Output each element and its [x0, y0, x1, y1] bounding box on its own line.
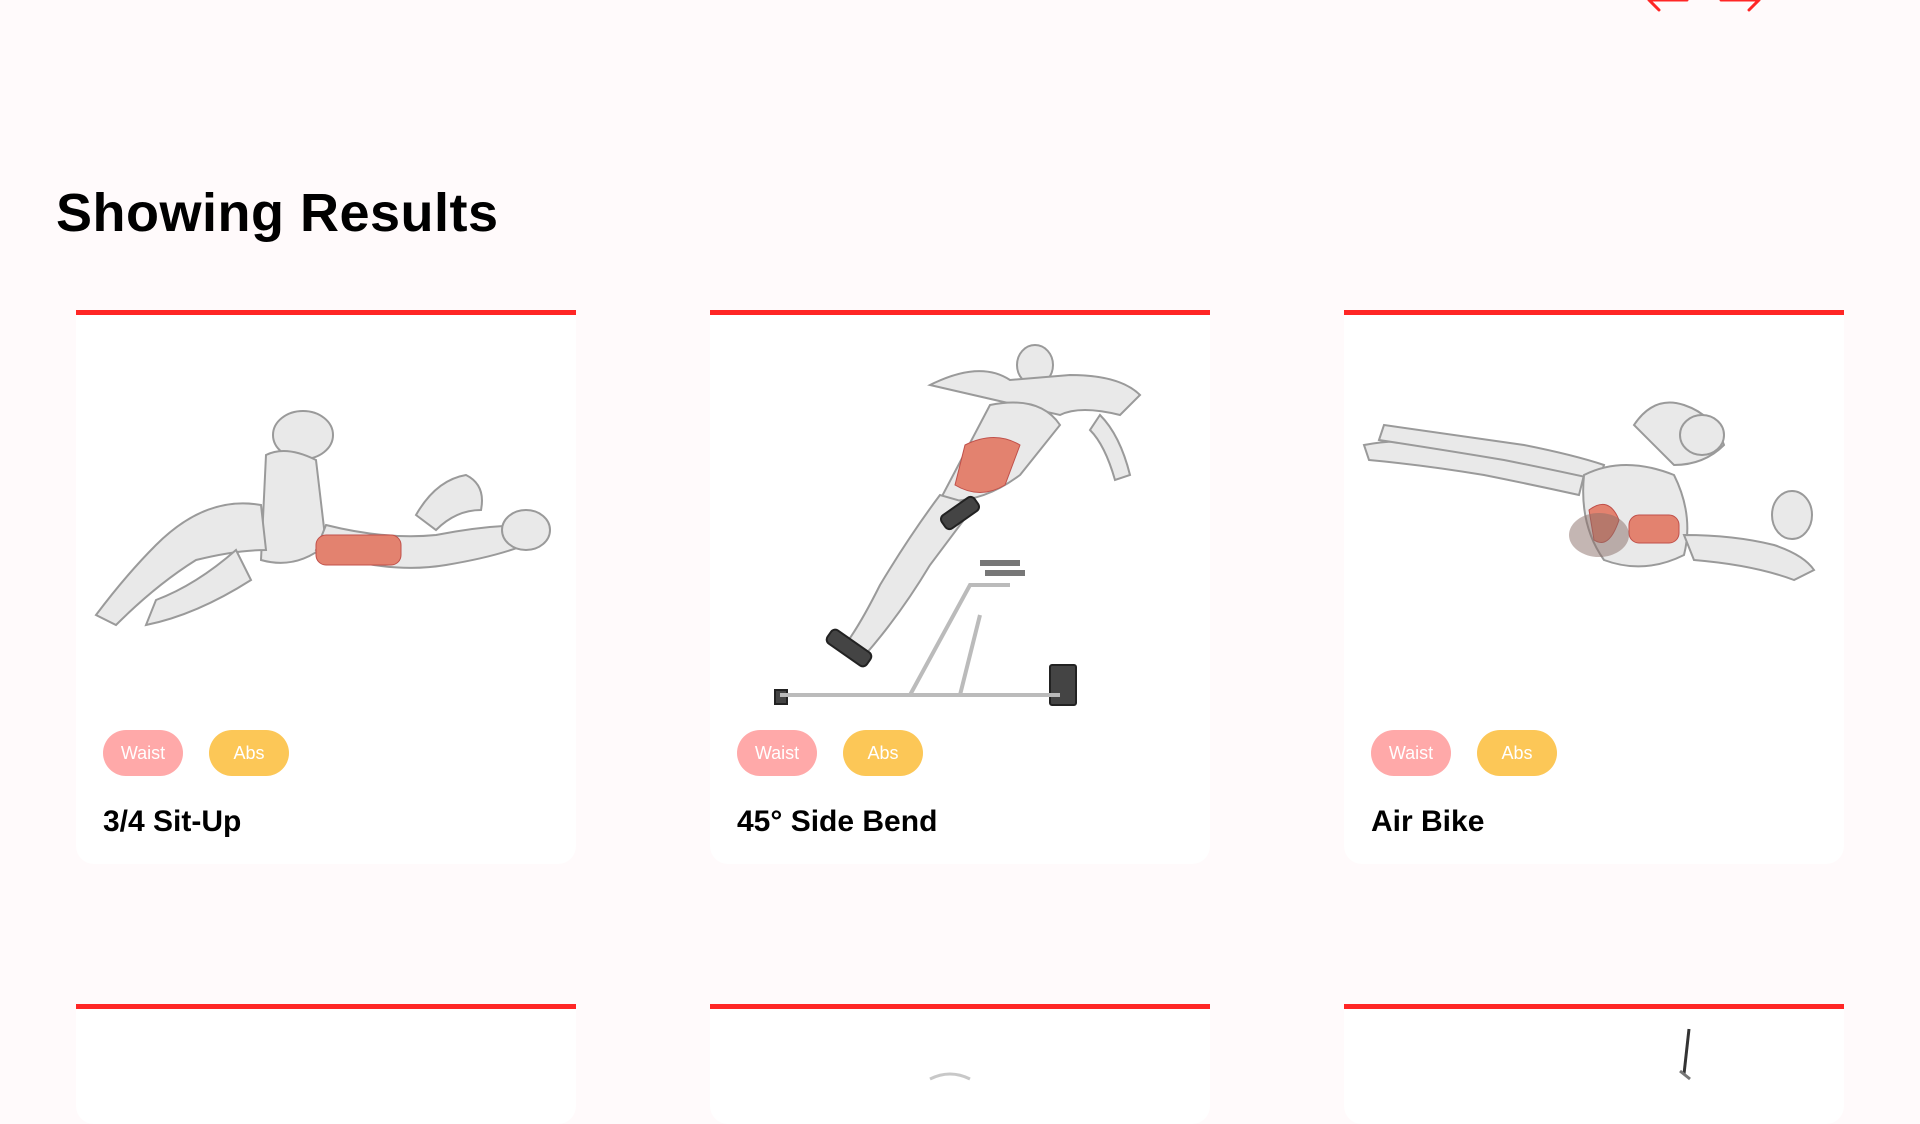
- pagination-arrows: [1645, 0, 1763, 14]
- target-tag[interactable]: Abs: [1477, 730, 1557, 776]
- crunch-figure-illustration: [94, 410, 551, 627]
- target-tag[interactable]: Abs: [209, 730, 289, 776]
- target-tag[interactable]: Abs: [843, 730, 923, 776]
- exercise-image: [1679, 1028, 1691, 1081]
- exercise-image: [929, 1072, 971, 1081]
- exercise-card[interactable]: [76, 1004, 576, 1124]
- exercise-image: [720, 335, 1200, 715]
- prev-button[interactable]: [1645, 0, 1689, 14]
- card-tags: Waist Abs: [1371, 730, 1557, 776]
- results-heading: Showing Results: [56, 183, 499, 243]
- body-part-tag[interactable]: Waist: [103, 730, 183, 776]
- exercise-name: 45° Side Bend: [737, 805, 938, 838]
- exercise-card[interactable]: Waist Abs 45° Side Bend: [710, 310, 1210, 864]
- arrow-right-icon: [1719, 0, 1761, 12]
- card-tags: Waist Abs: [103, 730, 289, 776]
- exercise-card[interactable]: Waist Abs 3/4 Sit-Up: [76, 310, 576, 864]
- body-part-tag[interactable]: Waist: [1371, 730, 1451, 776]
- card-tags: Waist Abs: [737, 730, 923, 776]
- next-button[interactable]: [1719, 0, 1763, 14]
- hyperextension-bench-figure-illustration: [774, 344, 1142, 706]
- arrow-left-icon: [1647, 0, 1689, 12]
- bicycle-crunch-figure-illustration: [1362, 401, 1816, 582]
- exercise-grid: Waist Abs 3/4 Sit-Up Waist Abs 45° Side …: [76, 310, 1846, 1124]
- exercise-image: [86, 335, 566, 715]
- body-part-tag[interactable]: Waist: [737, 730, 817, 776]
- exercise-name: Air Bike: [1371, 805, 1485, 838]
- exercise-image: [1354, 335, 1834, 715]
- exercise-card[interactable]: [1344, 1004, 1844, 1124]
- exercise-card[interactable]: Waist Abs Air Bike: [1344, 310, 1844, 864]
- exercise-card[interactable]: [710, 1004, 1210, 1124]
- exercise-name: 3/4 Sit-Up: [103, 805, 242, 838]
